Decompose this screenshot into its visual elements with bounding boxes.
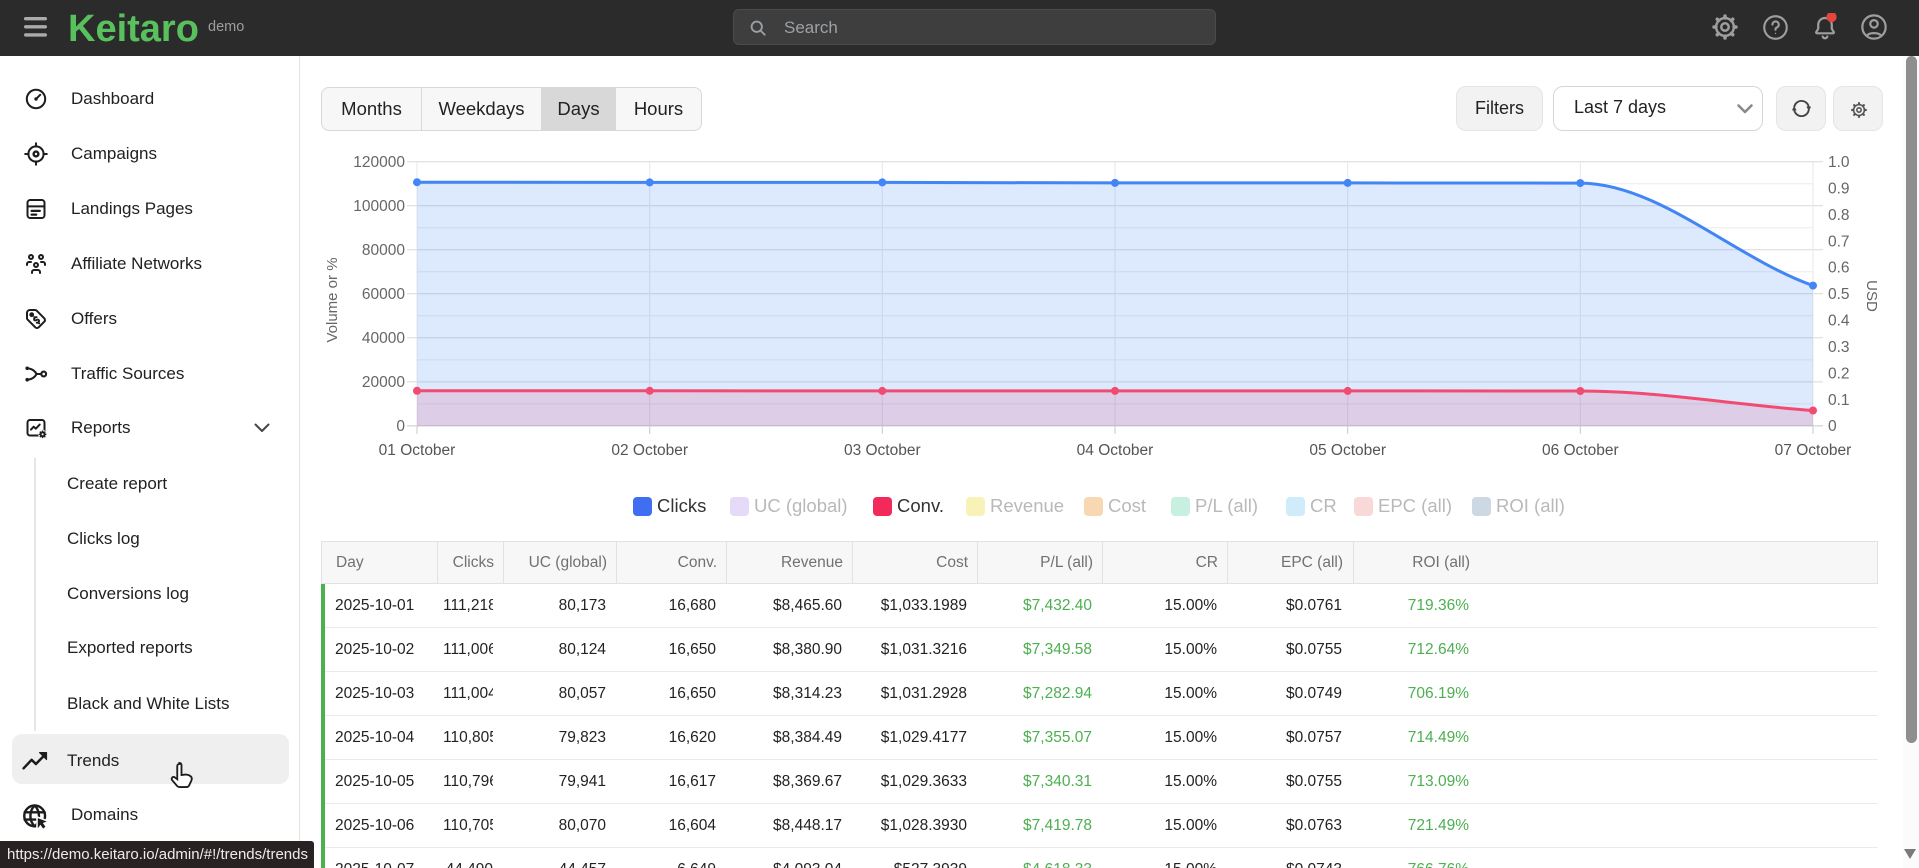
svg-text:03 October: 03 October [844, 442, 921, 459]
svg-text:120000: 120000 [353, 154, 405, 171]
svg-text:06 October: 06 October [1542, 442, 1619, 459]
svg-text:0.8: 0.8 [1828, 207, 1850, 224]
svg-text:05 October: 05 October [1309, 442, 1386, 459]
svg-text:0: 0 [396, 418, 405, 435]
svg-text:04 October: 04 October [1077, 442, 1154, 459]
svg-text:0.1: 0.1 [1828, 392, 1850, 409]
svg-text:0.9: 0.9 [1828, 180, 1850, 197]
svg-text:0.5: 0.5 [1828, 286, 1850, 303]
svg-text:0.7: 0.7 [1828, 233, 1850, 250]
svg-text:Volume or %: Volume or % [324, 257, 341, 342]
svg-text:0: 0 [1828, 418, 1837, 435]
svg-text:0.4: 0.4 [1828, 313, 1850, 330]
svg-text:80000: 80000 [362, 242, 405, 259]
svg-text:20000: 20000 [362, 374, 405, 391]
svg-text:1.0: 1.0 [1828, 154, 1850, 171]
svg-text:0.3: 0.3 [1828, 339, 1850, 356]
svg-text:07 October: 07 October [1775, 442, 1852, 459]
svg-text:100000: 100000 [353, 198, 405, 215]
svg-text:01 October: 01 October [379, 442, 456, 459]
svg-text:60000: 60000 [362, 286, 405, 303]
svg-text:0.6: 0.6 [1828, 260, 1850, 277]
svg-text:40000: 40000 [362, 330, 405, 347]
svg-text:0.2: 0.2 [1828, 365, 1850, 382]
svg-text:USD: USD [1863, 280, 1880, 312]
svg-text:02 October: 02 October [611, 442, 688, 459]
